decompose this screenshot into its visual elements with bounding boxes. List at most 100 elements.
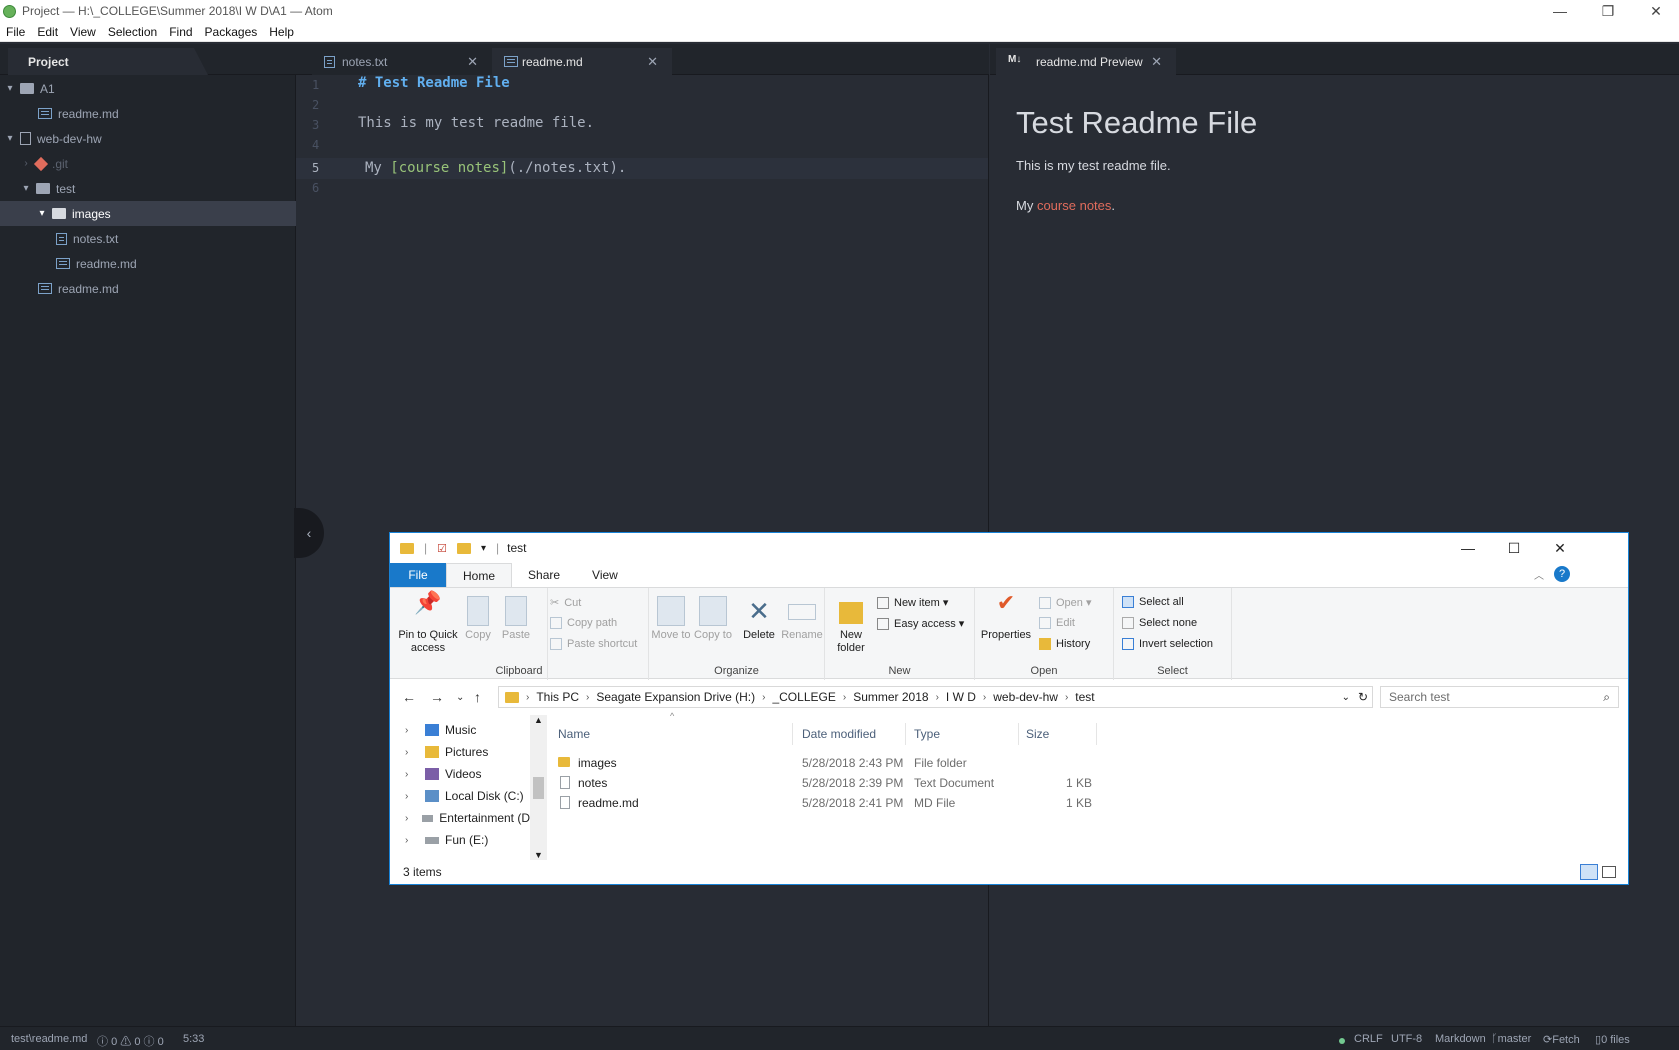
refresh-icon[interactable]: ↻: [1358, 690, 1368, 704]
ribbon-tab-share[interactable]: Share: [512, 563, 576, 587]
scroll-up-icon[interactable]: ▲: [534, 715, 543, 725]
nav-item-fun[interactable]: › Fun (E:): [405, 829, 488, 851]
new-item-button[interactable]: New item ▾: [877, 596, 973, 609]
edit-button[interactable]: Edit: [1039, 617, 1111, 629]
customize-toolbar-icon[interactable]: ▾: [481, 543, 486, 554]
open-button[interactable]: Open ▾: [1039, 596, 1111, 609]
large-icons-view-icon[interactable]: [1602, 866, 1616, 878]
status-files[interactable]: ▯0 files: [1595, 1033, 1630, 1046]
status-encoding[interactable]: UTF-8: [1391, 1033, 1422, 1045]
close-window-button[interactable]: ✕: [1633, 0, 1679, 22]
new-folder-icon[interactable]: [457, 542, 471, 554]
copy-path-button[interactable]: Copy path: [550, 617, 650, 629]
chevron-right-icon[interactable]: ›: [405, 725, 425, 736]
ribbon-tab-file[interactable]: File: [390, 563, 446, 587]
status-grammar[interactable]: Markdown: [1435, 1033, 1486, 1045]
breadcrumb-item[interactable]: Summer 2018: [849, 690, 932, 704]
close-tab-icon[interactable]: ✕: [647, 54, 658, 70]
copy-button[interactable]: Copy: [460, 596, 496, 642]
breadcrumb-item[interactable]: web-dev-hw: [989, 690, 1062, 704]
tree-folder-images[interactable]: ▾ images: [0, 201, 296, 226]
new-folder-button[interactable]: New folder: [829, 596, 873, 655]
breadcrumb-item[interactable]: I W D: [942, 690, 980, 704]
column-header-size[interactable]: Size: [1026, 727, 1049, 741]
collapse-ribbon-icon[interactable]: ︿: [1534, 567, 1544, 582]
up-arrow-icon[interactable]: ↑: [474, 689, 481, 705]
explorer-minimize-button[interactable]: —: [1445, 533, 1491, 563]
chevron-right-icon[interactable]: ›: [405, 813, 422, 824]
tab-project[interactable]: Project: [8, 48, 208, 75]
nav-item-videos[interactable]: › Videos: [405, 763, 481, 785]
chevron-right-icon[interactable]: ›: [405, 835, 425, 846]
chevron-right-icon[interactable]: ›: [405, 769, 425, 780]
column-separator[interactable]: [1018, 723, 1019, 745]
breadcrumb-item[interactable]: _COLLEGE: [768, 690, 839, 704]
easy-access-button[interactable]: Easy access ▾: [877, 617, 973, 630]
restore-button[interactable]: ❐: [1585, 0, 1631, 22]
nav-item-entertainment[interactable]: › Entertainment (D: [405, 807, 530, 829]
nav-item-pictures[interactable]: › Pictures: [405, 741, 488, 763]
properties-button[interactable]: ✔ Properties: [977, 592, 1035, 642]
breadcrumb-item[interactable]: test: [1071, 690, 1098, 704]
chevron-right-icon[interactable]: ›: [405, 791, 425, 802]
address-dropdown-icon[interactable]: ⌄: [1342, 692, 1350, 703]
status-file-path[interactable]: test\readme.md: [11, 1033, 87, 1045]
menu-packages[interactable]: Packages: [199, 25, 264, 39]
close-tab-icon[interactable]: ✕: [467, 54, 478, 70]
select-none-button[interactable]: Select none: [1122, 617, 1230, 629]
tree-folder-test[interactable]: ▾ test: [0, 176, 296, 201]
column-separator[interactable]: [1096, 723, 1097, 745]
tree-file-root-readme[interactable]: readme.md: [0, 276, 296, 301]
menu-view[interactable]: View: [64, 25, 102, 39]
menu-file[interactable]: File: [0, 25, 31, 39]
search-input[interactable]: Search test ⌕: [1380, 686, 1619, 708]
tab-readme-preview[interactable]: M↓ readme.md Preview ✕: [996, 48, 1176, 75]
chevron-right-icon[interactable]: ›: [405, 747, 425, 758]
nav-item-local-disk[interactable]: › Local Disk (C:): [405, 785, 524, 807]
scrollbar-thumb[interactable]: [533, 777, 544, 799]
column-header-date[interactable]: Date modified: [802, 727, 876, 741]
tree-folder-git[interactable]: › .git: [0, 151, 296, 176]
minimize-button[interactable]: —: [1537, 0, 1583, 22]
scroll-down-icon[interactable]: ▼: [534, 850, 543, 860]
menu-selection[interactable]: Selection: [102, 25, 163, 39]
status-cursor-position[interactable]: 5:33: [183, 1033, 204, 1045]
pin-quick-access-button[interactable]: 📌 Pin to Quick access: [396, 592, 460, 655]
menu-find[interactable]: Find: [163, 25, 198, 39]
explorer-close-button[interactable]: ✕: [1537, 533, 1583, 563]
explorer-maximize-button[interactable]: ☐: [1491, 533, 1537, 563]
delete-button[interactable]: ✕ Delete: [739, 596, 779, 642]
tab-notes-txt[interactable]: notes.txt ✕: [312, 48, 492, 75]
file-row[interactable]: readme.md 5/28/2018 2:41 PM MD File 1 KB: [550, 793, 1110, 813]
column-header-name[interactable]: Name: [558, 727, 590, 741]
rename-button[interactable]: Rename: [781, 596, 823, 642]
recent-locations-icon[interactable]: ⌄: [456, 692, 464, 703]
column-header-type[interactable]: Type: [914, 727, 940, 741]
back-arrow-icon[interactable]: ←: [402, 689, 416, 705]
properties-check-icon[interactable]: ☑: [437, 542, 447, 555]
menu-help[interactable]: Help: [263, 25, 300, 39]
file-row[interactable]: notes 5/28/2018 2:39 PM Text Document 1 …: [550, 773, 1110, 793]
column-separator[interactable]: [905, 723, 906, 745]
status-fetch[interactable]: ⟳Fetch: [1543, 1033, 1580, 1046]
preview-link[interactable]: course notes: [1037, 198, 1111, 213]
help-icon[interactable]: ?: [1554, 566, 1570, 582]
forward-arrow-icon[interactable]: →: [430, 689, 444, 705]
breadcrumb-item[interactable]: Seagate Expansion Drive (H:): [592, 690, 759, 704]
details-view-icon[interactable]: [1580, 864, 1598, 880]
nav-scrollbar[interactable]: ▲ ▼: [530, 715, 547, 860]
tree-file-notes[interactable]: notes.txt: [0, 226, 296, 251]
file-row[interactable]: images 5/28/2018 2:43 PM File folder: [550, 753, 1110, 773]
menu-edit[interactable]: Edit: [31, 25, 64, 39]
history-button[interactable]: History: [1039, 638, 1111, 650]
cut-button[interactable]: ✂ Cut: [550, 596, 650, 610]
tree-folder-web-dev-hw[interactable]: ▾ web-dev-hw: [0, 126, 296, 151]
ribbon-tab-view[interactable]: View: [576, 563, 634, 587]
status-line-ending[interactable]: CRLF: [1354, 1033, 1383, 1045]
invert-selection-button[interactable]: Invert selection: [1122, 638, 1230, 650]
close-tab-icon[interactable]: ✕: [1151, 54, 1162, 70]
address-bar[interactable]: › This PC › Seagate Expansion Drive (H:)…: [498, 686, 1373, 708]
select-all-button[interactable]: Select all: [1122, 596, 1230, 608]
breadcrumb-item[interactable]: This PC: [532, 690, 583, 704]
status-diagnostics[interactable]: ⓘ 0 ⚠ 0 ⓘ 0: [97, 1033, 164, 1049]
